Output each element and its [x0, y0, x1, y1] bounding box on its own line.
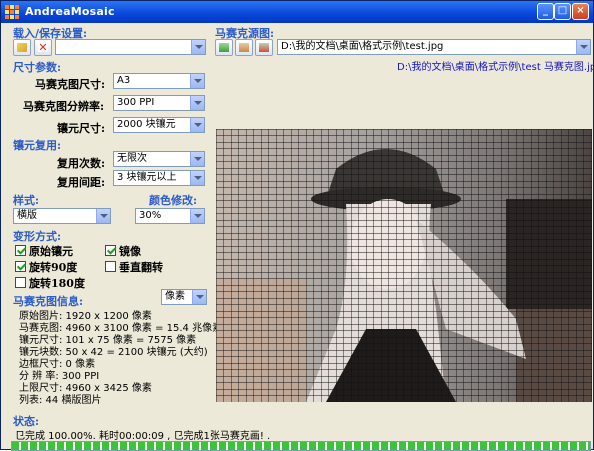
- chevron-down-icon[interactable]: [192, 290, 206, 304]
- load-settings-button[interactable]: [13, 39, 31, 56]
- info-line: 列表: 44 横版图片: [19, 395, 102, 406]
- chevron-down-icon[interactable]: [190, 209, 204, 223]
- repeat-count-label: 复用次数:: [57, 157, 106, 170]
- transform-original-checkbox[interactable]: 原始镶元: [15, 243, 73, 259]
- chevron-down-icon[interactable]: [190, 96, 204, 110]
- remove-image-button[interactable]: [255, 39, 273, 56]
- settings-combo[interactable]: [55, 39, 206, 55]
- folder-check-icon: [17, 43, 27, 52]
- style-heading: 样式:: [13, 194, 40, 207]
- delete-icon: ✕: [38, 41, 48, 54]
- color-adjust-heading: 颜色修改:: [149, 194, 198, 207]
- checkbox-checked[interactable]: [105, 245, 116, 256]
- mosaic-size-select[interactable]: A3: [113, 73, 205, 89]
- minimize-button[interactable]: _: [537, 3, 554, 20]
- transform-heading: 变形方式:: [13, 230, 62, 243]
- progress-fill: [12, 442, 590, 450]
- chevron-down-icon[interactable]: [190, 118, 204, 132]
- status-text: 㔾完成 100.00%. 耗时00:00:09 , 㔾完成1张马赛克画! .: [15, 431, 271, 442]
- window-title: AndreaMosaic: [25, 5, 115, 18]
- image-add-icon: [219, 43, 229, 52]
- source-path-combo[interactable]: D:\我的文档\桌面\格式示例\test.jpg: [277, 39, 591, 55]
- transform-vflip-checkbox[interactable]: 垂直翻转: [105, 259, 163, 275]
- checkbox-checked[interactable]: [15, 261, 26, 272]
- chevron-down-icon[interactable]: [190, 171, 204, 185]
- close-button[interactable]: ×: [572, 3, 589, 20]
- edit-image-button[interactable]: [235, 39, 253, 56]
- output-path-link[interactable]: D:\我的文档\桌面\格式示例\test 马赛克图.jpg: [397, 58, 594, 73]
- transform-rotate180-checkbox[interactable]: 旋转180度: [15, 275, 85, 291]
- style-select[interactable]: 横版: [13, 208, 111, 224]
- chevron-down-icon[interactable]: [191, 40, 205, 54]
- tile-reuse-heading: 镶元复用:: [13, 139, 62, 152]
- resolution-select[interactable]: 300 PPI: [113, 95, 205, 111]
- size-params-heading: 尺寸参数:: [13, 61, 62, 74]
- delete-settings-button[interactable]: ✕: [34, 39, 52, 56]
- resolution-label: 马赛克图分辨率:: [23, 100, 105, 113]
- image-edit-icon: [239, 43, 249, 52]
- color-adjust-select[interactable]: 30%: [135, 208, 205, 224]
- checkbox-unchecked[interactable]: [15, 277, 26, 288]
- maximize-button[interactable]: □: [554, 3, 571, 20]
- app-icon: [5, 5, 19, 19]
- image-remove-icon: [259, 43, 269, 52]
- checkbox-unchecked[interactable]: [105, 261, 116, 272]
- unit-select[interactable]: 像素: [161, 289, 207, 305]
- chevron-down-icon[interactable]: [96, 209, 110, 223]
- app-window: AndreaMosaic _ □ × 载入/保存设置: ✕ 马赛克源图: D:\…: [0, 0, 594, 451]
- chevron-down-icon[interactable]: [190, 74, 204, 88]
- chevron-down-icon[interactable]: [190, 152, 204, 166]
- transform-rotate90-checkbox[interactable]: 旋转90度: [15, 259, 77, 275]
- repeat-interval-label: 复用间距:: [57, 176, 106, 189]
- title-bar[interactable]: AndreaMosaic _ □ ×: [1, 1, 593, 23]
- transform-mirror-checkbox[interactable]: 镜像: [105, 243, 141, 259]
- repeat-interval-select[interactable]: 3 块镶元以上: [113, 170, 205, 186]
- tile-size-select[interactable]: 2000 块镶元: [113, 117, 205, 133]
- mosaic-preview-drawing: [216, 129, 592, 402]
- add-image-button[interactable]: [215, 39, 233, 56]
- repeat-count-select[interactable]: 无限次: [113, 151, 205, 167]
- mosaic-preview-image: [216, 129, 592, 402]
- chevron-down-icon[interactable]: [576, 40, 590, 54]
- tile-size-label: 镶元尺寸:: [57, 122, 106, 135]
- checkbox-checked[interactable]: [15, 245, 26, 256]
- mosaic-size-label: 马赛克图尺寸:: [35, 78, 106, 91]
